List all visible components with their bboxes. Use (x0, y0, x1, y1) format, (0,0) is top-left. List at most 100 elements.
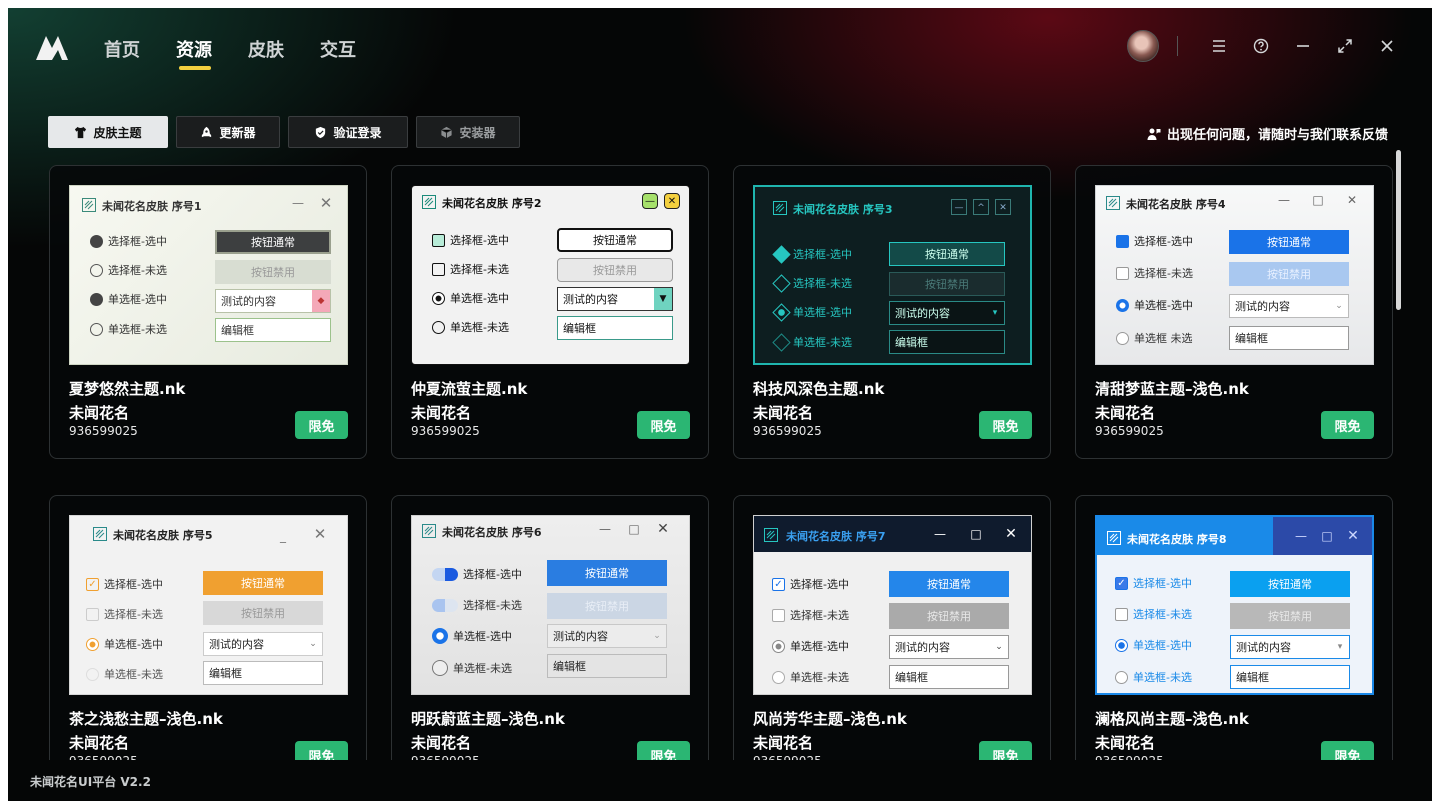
preview-button: 按钮通常 (557, 228, 673, 252)
preview-button: 按钮通常 (215, 230, 331, 254)
tab-label: 皮肤主题 (93, 125, 142, 140)
preview-option-label: 选择框-选中 (1133, 577, 1192, 590)
preview-option: 单选框-选中 (432, 628, 512, 644)
user-feedback-icon (1147, 128, 1161, 140)
radio-on-icon (1116, 298, 1129, 312)
preview-option-label: 单选框-选中 (1134, 299, 1193, 312)
preview-close-icon: ✕ (1005, 526, 1017, 542)
theme-name: 仲夏流萤主题.nk (411, 380, 528, 398)
nav-home[interactable]: 首页 (104, 36, 176, 70)
preview-button: 按钮通常 (203, 571, 323, 595)
app-window: 首页 资源 皮肤 交互 皮肤主题 更新器 验证登录 安装器 出现任何问题，请随时… (8, 8, 1432, 801)
preview-option: 选择框-未选 (90, 262, 167, 278)
preview-title: 未闻花名皮肤 序号3 (793, 203, 893, 216)
tab-verify-login[interactable]: 验证登录 (288, 116, 408, 148)
avatar[interactable] (1127, 30, 1159, 62)
preview-combo-value: 测试的内容 (563, 293, 618, 306)
feedback-link[interactable]: 出现任何问题，请随时与我们联系反馈 (1147, 124, 1388, 143)
theme-card-4[interactable]: 未闻花名皮肤 序号4 — □ ✕ 选择框-选中 选择框-未选 单选框-选中 单选… (1075, 165, 1393, 459)
preview-option: 单选框-未选 (90, 321, 167, 337)
expand-icon (1338, 39, 1352, 53)
check-icon (90, 234, 103, 248)
theme-name: 澜格风尚主题–浅色.nk (1095, 710, 1249, 728)
free-badge[interactable]: 限免 (979, 741, 1032, 760)
theme-id: 936599025 (69, 424, 138, 438)
preview-option-label: 单选框-未选 (790, 671, 849, 684)
tab-skin-themes[interactable]: 皮肤主题 (48, 116, 168, 148)
theme-card-2[interactable]: 未闻花名皮肤 序号2 — ✕ 选择框-选中 选择框-未选 单选框-选中 单选框-… (391, 165, 709, 459)
preview-option-label: 单选框-未选 (1133, 671, 1192, 684)
preview-option-label: 单选框-选中 (790, 640, 849, 653)
theme-card-6[interactable]: 未闻花名皮肤 序号6 — □ ✕ 选择框-选中 选择框-未选 单选框-选中 单选… (391, 495, 709, 760)
free-badge[interactable]: 限免 (637, 411, 690, 439)
chevron-down-icon: ▾ (1337, 642, 1343, 652)
theme-card-1[interactable]: 未闻花名皮肤 序号1 — ✕ 选择框-选中 选择框-未选 单选框-选中 单选框-… (49, 165, 367, 459)
theme-preview: 未闻花名皮肤 序号1 — ✕ 选择框-选中 选择框-未选 单选框-选中 单选框-… (69, 185, 348, 365)
preview-close-icon: ✕ (995, 199, 1011, 215)
preview-option-label: 单选框-未选 (108, 323, 167, 336)
preview-option-label: 单选框-未选 (793, 336, 852, 349)
theme-card-8[interactable]: 未闻花名皮肤 序号8 — □ ✕ ✓ 选择框-选中 选择框-未选 单选框-选中 单… (1075, 495, 1393, 760)
preview-button: 按钮禁用 (1230, 603, 1350, 629)
preview-button: 按钮通常 (889, 242, 1005, 266)
radio-on-icon (90, 292, 103, 306)
resource-tabs: 皮肤主题 更新器 验证登录 安装器 (48, 116, 520, 148)
chevron-down-icon: ⌄ (995, 642, 1003, 652)
theme-card-3[interactable]: 未闻花名皮肤 序号3 — ^ ✕ 选择框-选中 选择框-未选 单选框-选中 单选… (733, 165, 1051, 459)
theme-card-5[interactable]: 未闻花名皮肤 序号5 _ ✕ ✓ 选择框-选中 选择框-未选 单选框-选中 单选框… (49, 495, 367, 760)
preview-option: 单选框-未选 (432, 660, 512, 676)
help-button[interactable] (1240, 30, 1282, 62)
menu-button[interactable] (1198, 30, 1240, 62)
close-button[interactable] (1366, 30, 1408, 62)
tab-updater[interactable]: 更新器 (176, 116, 280, 148)
free-badge[interactable]: 限免 (295, 411, 348, 439)
nav-interaction[interactable]: 交互 (320, 36, 392, 70)
free-badge[interactable]: 限免 (1321, 411, 1374, 439)
preview-option: 单选框-未选 (772, 332, 852, 352)
nav-skins[interactable]: 皮肤 (248, 36, 320, 70)
preview-button: 按钮禁用 (889, 603, 1009, 629)
preview-title: 未闻花名皮肤 序号1 (102, 200, 202, 213)
preview-option: 选择框-未选 (772, 607, 849, 623)
preview-option-label: 单选框-未选 (104, 668, 163, 681)
free-badge[interactable]: 限免 (1321, 741, 1374, 760)
radio-on-icon (432, 628, 448, 644)
maximize-button[interactable] (1324, 30, 1366, 62)
chevron-down-icon: ◆ (312, 290, 330, 312)
preview-minimize-icon: — (951, 199, 967, 215)
preview-title: 未闻花名皮肤 序号8 (1127, 533, 1227, 546)
radio-on-icon (772, 302, 791, 322)
tab-installer[interactable]: 安装器 (416, 116, 520, 148)
preview-combo-value: 测试的内容 (895, 641, 950, 654)
uncheck-icon (432, 262, 445, 276)
uncheck-icon (1116, 266, 1129, 280)
preview-minimize-icon: — (642, 193, 658, 209)
theme-card-7[interactable]: 未闻花名皮肤 序号7 — □ ✕ ✓ 选择框-选中 选择框-未选 单选框-选中 单… (733, 495, 1051, 760)
preview-option: 选择框-选中 (432, 566, 522, 582)
free-badge[interactable]: 限免 (295, 741, 348, 760)
free-badge[interactable]: 限免 (637, 741, 690, 760)
radio-off-icon (90, 322, 103, 336)
theme-preview: 未闻花名皮肤 序号3 — ^ ✕ 选择框-选中 选择框-未选 单选框-选中 单选… (753, 185, 1032, 365)
toggle-on-icon (432, 567, 458, 581)
nav-resources[interactable]: 资源 (176, 36, 248, 70)
preview-option-label: 选择框-未选 (108, 264, 167, 277)
shirt-icon (75, 126, 87, 138)
preview-option: ✓ 选择框-选中 (86, 576, 163, 592)
preview-combo: 测试的内容 ⌄ (889, 635, 1009, 659)
free-badge[interactable]: 限免 (979, 411, 1032, 439)
radio-off-icon (772, 332, 791, 352)
preview-option-label: 单选框-选中 (450, 292, 509, 305)
preview-combo-value: 测试的内容 (895, 307, 950, 320)
preview-button: 按钮禁用 (557, 258, 673, 282)
rocket-icon (202, 126, 212, 137)
preview-button: 按钮禁用 (215, 260, 331, 284)
preview-option: 选择框-选中 (90, 233, 167, 249)
preview-title: 未闻花名皮肤 序号6 (442, 526, 542, 539)
preview-option-label: 选择框-选中 (1134, 235, 1193, 248)
preview-option-label: 选择框-选中 (104, 578, 163, 591)
preview-option: 单选框-选中 (432, 290, 509, 306)
minimize-button[interactable] (1282, 30, 1324, 62)
theme-preview: 未闻花名皮肤 序号6 — □ ✕ 选择框-选中 选择框-未选 单选框-选中 单选… (411, 515, 690, 695)
theme-grid: 未闻花名皮肤 序号1 — ✕ 选择框-选中 选择框-未选 单选框-选中 单选框-… (8, 164, 1398, 760)
